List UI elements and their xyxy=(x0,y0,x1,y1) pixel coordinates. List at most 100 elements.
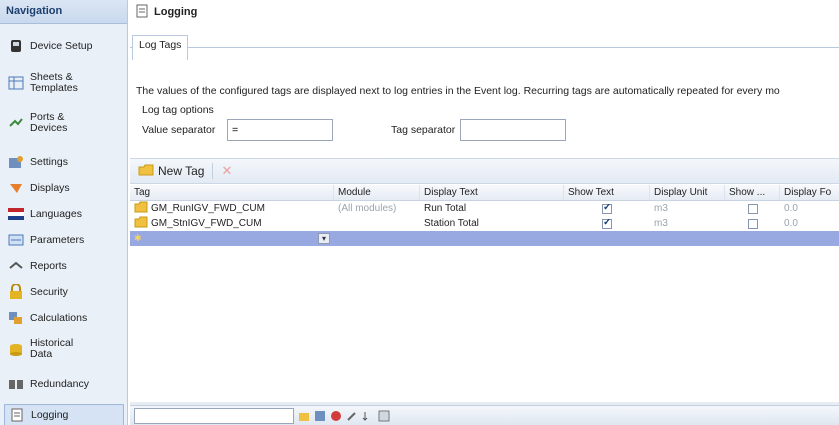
nav-item-label: Reports xyxy=(30,259,67,272)
nav-item-historical-data[interactable]: Historical Data xyxy=(4,334,124,364)
description-text: The values of the configured tags are di… xyxy=(136,85,780,97)
edit-icon[interactable] xyxy=(346,410,358,422)
show-text-checkbox[interactable] xyxy=(602,218,612,229)
display-unit-cell: m3 xyxy=(654,203,668,214)
device-setup-icon xyxy=(8,38,24,54)
show-text-cell xyxy=(564,203,650,214)
nav-item-sheets-templates[interactable]: Sheets & Templates xyxy=(4,68,124,98)
show-unit-checkbox[interactable] xyxy=(747,203,758,214)
display-format-cell: 0.0 xyxy=(784,203,798,214)
tag-separator-input[interactable] xyxy=(460,119,566,141)
settings-icon xyxy=(8,154,24,170)
module-cell: (All modules) xyxy=(338,203,397,214)
tag-name: GM_RunIGV_FWD_CUM xyxy=(151,203,265,214)
show-unit-cell xyxy=(725,218,780,229)
value-separator-label: Value separator xyxy=(142,124,216,136)
nav-item-languages[interactable]: Languages xyxy=(4,204,124,224)
table-row[interactable]: GM_StnIGV_FWD_CUM Station Total m3 0.0 xyxy=(130,216,839,231)
nav-item-label: Settings xyxy=(30,155,68,168)
toolbar-separator xyxy=(212,163,214,179)
grid-icon[interactable] xyxy=(378,410,390,422)
new-row-star-icon: ✱ xyxy=(134,233,142,243)
page-title: Logging xyxy=(154,6,198,18)
column-header-show-unit[interactable]: Show ... xyxy=(725,185,780,200)
tag-separator-label: Tag separator xyxy=(391,124,456,136)
save-icon[interactable] xyxy=(314,410,326,422)
bottom-toolbar xyxy=(130,405,839,425)
nav-item-calculations[interactable]: Calculations xyxy=(4,308,124,328)
navigation-panel: Navigation Device Setup Sheets & Templat… xyxy=(0,0,128,425)
folder-icon[interactable] xyxy=(298,410,310,422)
tag-icon xyxy=(134,216,148,231)
main-panel: Logging Log Tags The values of the confi… xyxy=(130,0,839,425)
tags-grid: Tag Module Display Text Show Text Displa… xyxy=(130,185,839,246)
grid-toolbar: New Tag ✕ xyxy=(130,158,839,184)
show-text-checkbox[interactable] xyxy=(602,203,612,214)
nav-item-label: Redundancy xyxy=(30,377,89,390)
show-unit-checkbox[interactable] xyxy=(747,218,758,229)
logging-icon xyxy=(136,4,148,21)
chevron-down-icon[interactable]: ▾ xyxy=(318,233,330,244)
new-tag-cell[interactable]: ✱ ▾ xyxy=(130,233,334,244)
column-header-display-unit[interactable]: Display Unit xyxy=(650,185,725,200)
nav-item-security[interactable]: Security xyxy=(4,282,124,302)
nav-item-label: Displays xyxy=(30,181,70,194)
sort-icon[interactable] xyxy=(362,410,374,422)
tab-log-tags[interactable]: Log Tags xyxy=(132,35,189,60)
historical-data-icon xyxy=(8,341,24,357)
value-separator-input[interactable] xyxy=(227,119,333,141)
logging-icon xyxy=(9,407,25,423)
tab-strip: Log Tags xyxy=(130,24,839,60)
displays-icon xyxy=(8,180,24,196)
tag-cell: GM_StnIGV_FWD_CUM xyxy=(130,216,334,231)
nav-item-reports[interactable]: Reports xyxy=(4,256,124,276)
close-icon: ✕ xyxy=(221,163,233,178)
tag-icon xyxy=(134,201,148,216)
ports-icon xyxy=(8,115,24,131)
nav-item-label: Languages xyxy=(30,207,82,220)
sheets-icon xyxy=(8,75,24,91)
display-text-cell: Run Total xyxy=(424,203,467,214)
nav-item-label: Historical Data xyxy=(30,337,74,360)
grid-header: Tag Module Display Text Show Text Displa… xyxy=(130,185,839,201)
new-tag-button[interactable]: New Tag xyxy=(134,162,208,181)
nav-item-label: Sheets & Templates xyxy=(30,71,78,94)
nav-item-label: Security xyxy=(30,285,68,298)
column-header-show-text[interactable]: Show Text xyxy=(564,185,650,200)
display-format-cell: 0.0 xyxy=(784,218,798,229)
column-header-tag[interactable]: Tag xyxy=(130,185,334,200)
search-input[interactable] xyxy=(134,407,294,424)
show-text-cell xyxy=(564,218,650,229)
calculations-icon xyxy=(8,310,24,326)
nav-item-settings[interactable]: Settings xyxy=(4,152,124,172)
new-tag-label: New Tag xyxy=(158,164,205,178)
reports-icon xyxy=(8,258,24,274)
new-row[interactable]: ✱ ▾ xyxy=(130,231,839,246)
nav-item-label: Parameters xyxy=(30,233,85,246)
nav-item-redundancy[interactable]: Redundancy xyxy=(4,374,124,394)
nav-item-logging[interactable]: Logging xyxy=(4,404,124,425)
nav-item-label: Device Setup xyxy=(30,39,93,52)
redundancy-icon xyxy=(8,376,24,392)
delete-button[interactable]: ✕ xyxy=(217,161,236,181)
nav-item-label: Calculations xyxy=(30,311,88,324)
languages-icon xyxy=(8,206,24,222)
show-unit-cell xyxy=(725,203,780,214)
nav-item-parameters[interactable]: Parameters xyxy=(4,230,124,250)
navigation-header: Navigation xyxy=(0,0,127,24)
new-tag-icon xyxy=(138,164,154,179)
column-header-module[interactable]: Module xyxy=(334,185,420,200)
nav-item-label: Logging xyxy=(31,408,69,421)
log-tag-options-label: Log tag options xyxy=(142,104,214,116)
nav-item-label: Ports & Devices xyxy=(30,111,68,134)
table-row[interactable]: GM_RunIGV_FWD_CUM (All modules) Run Tota… xyxy=(130,201,839,216)
stop-icon[interactable] xyxy=(330,410,342,422)
lock-icon xyxy=(8,284,24,300)
tag-cell: GM_RunIGV_FWD_CUM xyxy=(130,201,334,216)
nav-item-ports-devices[interactable]: Ports & Devices xyxy=(4,108,124,138)
column-header-display-format[interactable]: Display Fo xyxy=(780,185,839,200)
tag-name: GM_StnIGV_FWD_CUM xyxy=(151,218,262,229)
nav-item-displays[interactable]: Displays xyxy=(4,178,124,198)
column-header-display-text[interactable]: Display Text xyxy=(420,185,564,200)
nav-item-device-setup[interactable]: Device Setup xyxy=(4,36,124,56)
